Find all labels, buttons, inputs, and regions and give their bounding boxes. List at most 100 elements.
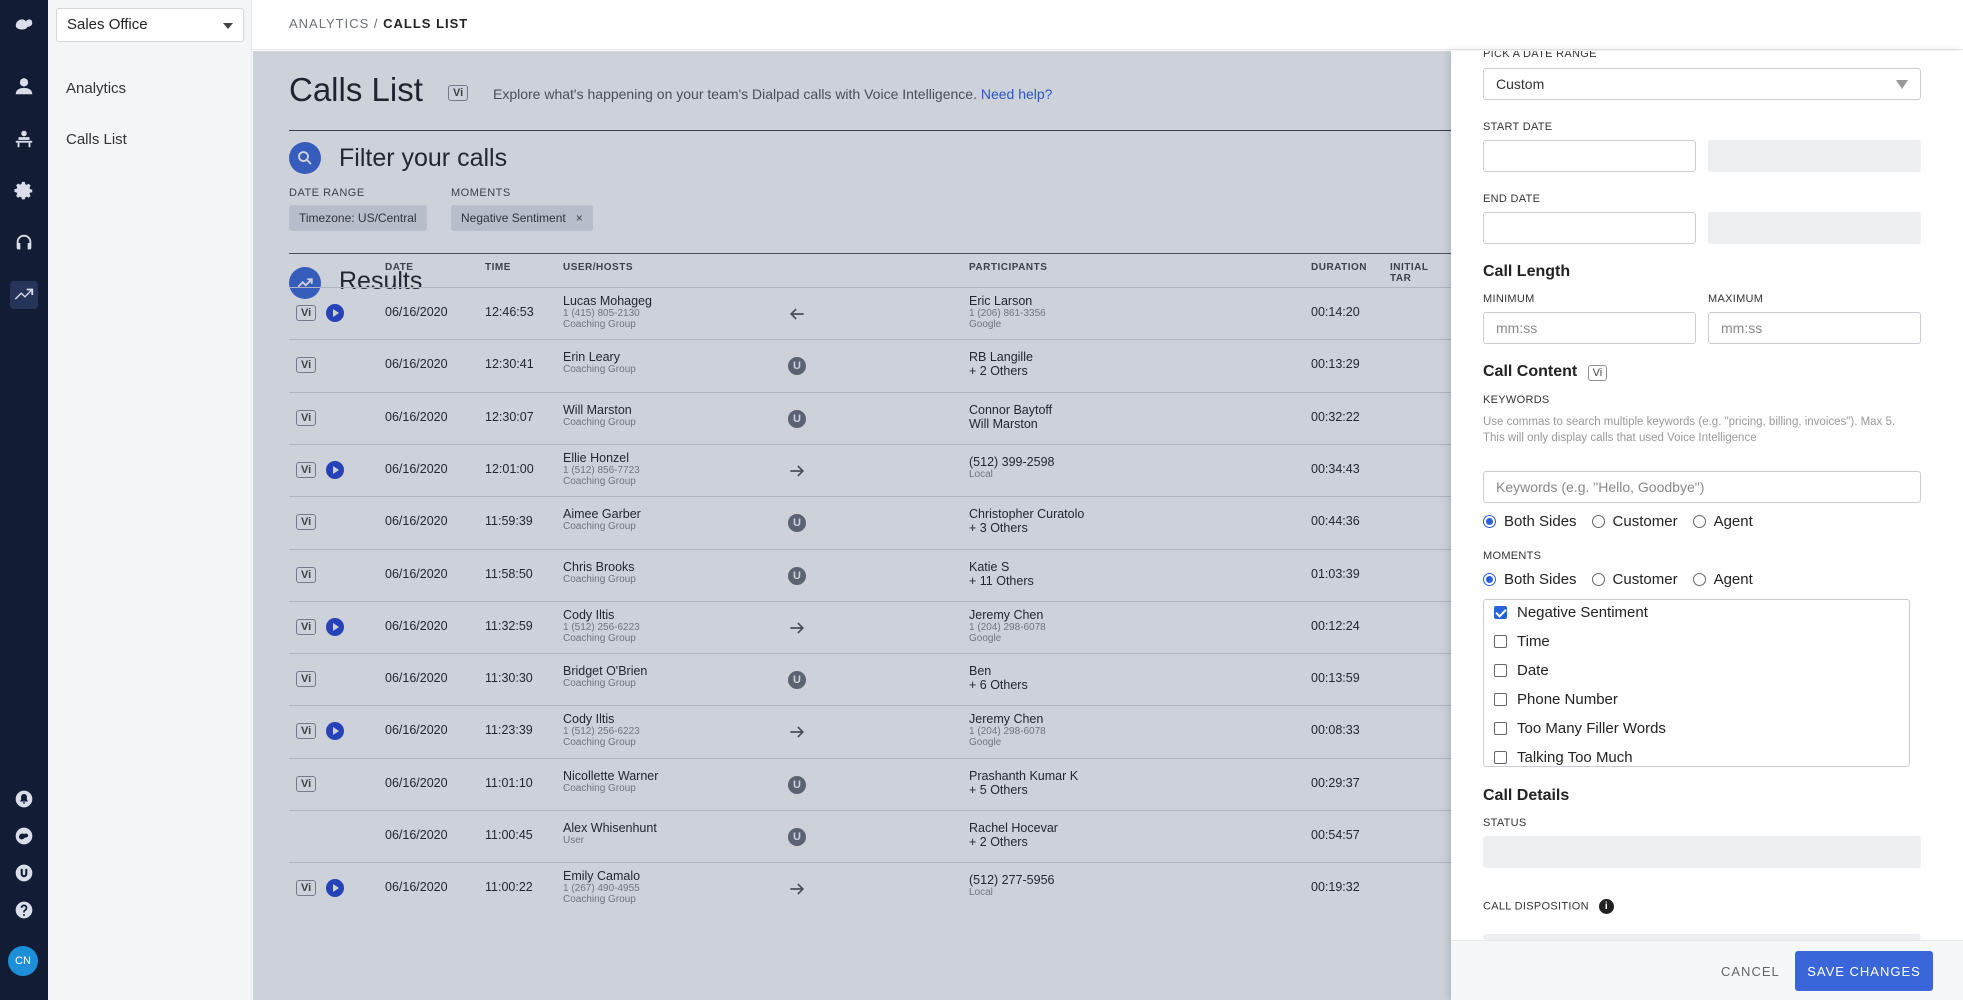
user-name[interactable]: Ellie Honzel — [563, 451, 640, 465]
end-time-input[interactable] — [1708, 212, 1921, 244]
table-row[interactable]: Vi 06/16/2020 11:32:59 Cody Iltis 1 (512) 25… — [289, 600, 1451, 653]
checkbox-icon[interactable] — [1494, 751, 1507, 764]
user-name[interactable]: Cody Iltis — [563, 608, 640, 622]
user-avatar[interactable]: CN — [8, 946, 38, 976]
minimum-duration-input[interactable]: mm:ss — [1483, 312, 1696, 344]
cell-user[interactable]: Erin Leary Coaching Group — [563, 350, 636, 375]
cell-user[interactable]: Will Marston Coaching Group — [563, 403, 636, 428]
cell-user[interactable]: Cody Iltis 1 (512) 256-6223 Coaching Group — [563, 608, 640, 644]
column-header-initial-target[interactable]: INITIAL TAR — [1390, 262, 1451, 284]
participant-name[interactable]: Christopher Curatolo — [969, 507, 1084, 521]
table-row[interactable]: Vi 06/16/2020 12:46:53 Lucas Mohageg 1 (415)… — [289, 287, 1451, 339]
user-name[interactable]: Will Marston — [563, 403, 636, 417]
participant-name[interactable]: Ben — [969, 664, 1028, 678]
coaching-u-icon[interactable] — [10, 859, 38, 887]
cell-user[interactable]: Chris Brooks Coaching Group — [563, 560, 636, 585]
cell-participants[interactable]: Connor Baytoff Will Marston — [969, 403, 1052, 431]
cell-participants[interactable]: Eric Larson 1 (206) 861-3356 Google — [969, 294, 1046, 330]
radio-icon[interactable] — [1591, 515, 1605, 528]
table-row[interactable]: Vi 06/16/2020 12:30:07 Will Marston Coaching… — [289, 391, 1451, 444]
start-time-input[interactable] — [1708, 140, 1921, 172]
cell-participants[interactable]: Christopher Curatolo + 3 Others — [969, 507, 1084, 535]
moments-checklist[interactable]: Negative Sentiment Time Date Phone Numbe… — [1483, 599, 1910, 767]
table-row[interactable]: Vi 06/16/2020 12:30:41 Erin Leary Coaching G… — [289, 339, 1451, 391]
vi-badge[interactable]: Vi — [296, 461, 317, 478]
participant-name[interactable]: (512) 277-5956 — [969, 873, 1054, 887]
cell-participants[interactable]: Prashanth Kumar K + 5 Others — [969, 769, 1078, 797]
table-row[interactable]: Vi 06/16/2020 11:01:10 Nicollette Warner Coa… — [289, 757, 1451, 810]
table-row[interactable]: Vi 06/16/2020 11:23:39 Cody Iltis 1 (512) 25… — [289, 705, 1451, 757]
sidebar-item-calls-list[interactable]: Calls List — [66, 131, 127, 148]
vi-badge[interactable]: Vi — [296, 723, 317, 740]
sidebar-item-analytics[interactable]: Analytics — [66, 80, 126, 97]
radio-icon[interactable] — [1591, 573, 1605, 586]
moment-option[interactable]: Date — [1494, 662, 1549, 679]
moment-option[interactable]: Phone Number — [1494, 691, 1618, 708]
end-date-input[interactable] — [1483, 212, 1696, 244]
cell-user[interactable]: Alex Whisenhunt User — [563, 821, 657, 846]
column-header-time[interactable]: TIME — [485, 262, 511, 273]
vi-badge[interactable]: Vi — [296, 671, 317, 688]
info-icon[interactable]: i — [1598, 899, 1614, 914]
play-icon[interactable] — [326, 879, 344, 898]
save-changes-button[interactable]: SAVE CHANGES — [1795, 951, 1933, 991]
cell-participants[interactable]: Rachel Hocevar + 2 Others — [969, 821, 1058, 849]
user-name[interactable]: Cody Iltis — [563, 712, 640, 726]
vi-badge[interactable]: Vi — [296, 409, 317, 426]
cell-participants[interactable]: (512) 277-5956 Local — [969, 873, 1054, 898]
dialpad-ai-icon[interactable] — [10, 822, 38, 850]
table-row[interactable]: Vi 06/16/2020 11:58:50 Chris Brooks Coaching… — [289, 548, 1451, 601]
status-select[interactable] — [1483, 836, 1921, 868]
settings-gear-icon[interactable] — [10, 177, 38, 205]
column-header-user-hosts[interactable]: USER/HOSTS — [563, 262, 633, 273]
cell-user[interactable]: Bridget O'Brien Coaching Group — [563, 664, 647, 689]
cell-user[interactable]: Emily Camalo 1 (267) 490-4955 Coaching Gro… — [563, 869, 640, 905]
radio-both-sides[interactable]: Both Sides — [1483, 513, 1577, 530]
participant-name[interactable]: RB Langille — [969, 350, 1033, 364]
person-icon[interactable] — [10, 72, 38, 100]
moments-chip[interactable]: Negative Sentiment × — [451, 205, 593, 231]
moment-option[interactable]: Too Many Filler Words — [1494, 720, 1666, 737]
cell-user[interactable]: Cody Iltis 1 (512) 256-6223 Coaching Group — [563, 712, 640, 748]
cell-user[interactable]: Lucas Mohageg 1 (415) 805-2130 Coaching Gr… — [563, 294, 652, 330]
table-row[interactable]: Vi 06/16/2020 11:00:22 Emily Camalo 1 (267) … — [289, 862, 1451, 914]
play-icon[interactable] — [326, 617, 344, 636]
checkbox-icon[interactable] — [1494, 693, 1507, 706]
radio-icon[interactable] — [1692, 515, 1706, 528]
cell-participants[interactable]: Jeremy Chen 1 (204) 298-6078 Google — [969, 712, 1046, 748]
vi-badge[interactable]: Vi — [296, 880, 317, 897]
participant-name[interactable]: (512) 399-2598 — [969, 455, 1054, 469]
radio-both-sides[interactable]: Both Sides — [1483, 571, 1577, 588]
user-name[interactable]: Emily Camalo — [563, 869, 640, 883]
vi-badge[interactable]: Vi — [296, 514, 317, 531]
participant-name[interactable]: Connor Baytoff — [969, 403, 1052, 417]
user-name[interactable]: Chris Brooks — [563, 560, 636, 574]
participant-name[interactable]: Jeremy Chen — [969, 608, 1046, 622]
radio-agent[interactable]: Agent — [1692, 513, 1753, 530]
cell-user[interactable]: Nicollette Warner Coaching Group — [563, 769, 658, 794]
checkbox-icon[interactable] — [1494, 664, 1507, 677]
vi-badge[interactable]: Vi — [296, 305, 317, 321]
vi-badge[interactable]: Vi — [296, 566, 317, 583]
radio-customer[interactable]: Customer — [1591, 571, 1678, 588]
column-header-date[interactable]: DATE — [385, 262, 413, 273]
start-date-input[interactable] — [1483, 140, 1696, 172]
participant-name[interactable]: Eric Larson — [969, 294, 1046, 308]
play-icon[interactable] — [326, 722, 344, 741]
maximum-duration-input[interactable]: mm:ss — [1708, 312, 1921, 344]
vi-badge[interactable]: Vi — [296, 357, 317, 374]
dialpad-logo-icon[interactable] — [10, 10, 38, 38]
vi-badge[interactable]: Vi — [296, 618, 317, 635]
participant-name[interactable]: Katie S — [969, 560, 1034, 574]
cell-user[interactable]: Ellie Honzel 1 (512) 856-7723 Coaching Gro… — [563, 451, 640, 487]
help-question-icon[interactable] — [10, 896, 38, 924]
radio-selected-icon[interactable] — [1483, 515, 1496, 528]
radio-selected-icon[interactable] — [1483, 573, 1496, 586]
radio-icon[interactable] — [1692, 573, 1706, 586]
date-range-select[interactable]: Custom — [1483, 68, 1921, 100]
user-name[interactable]: Erin Leary — [563, 350, 636, 364]
participant-name[interactable]: Rachel Hocevar — [969, 821, 1058, 835]
keywords-input[interactable]: Keywords (e.g. "Hello, Goodbye") — [1483, 471, 1921, 503]
table-row[interactable]: Vi 06/16/2020 11:59:39 Aimee Garber Coaching… — [289, 496, 1451, 548]
radio-agent[interactable]: Agent — [1692, 571, 1753, 588]
